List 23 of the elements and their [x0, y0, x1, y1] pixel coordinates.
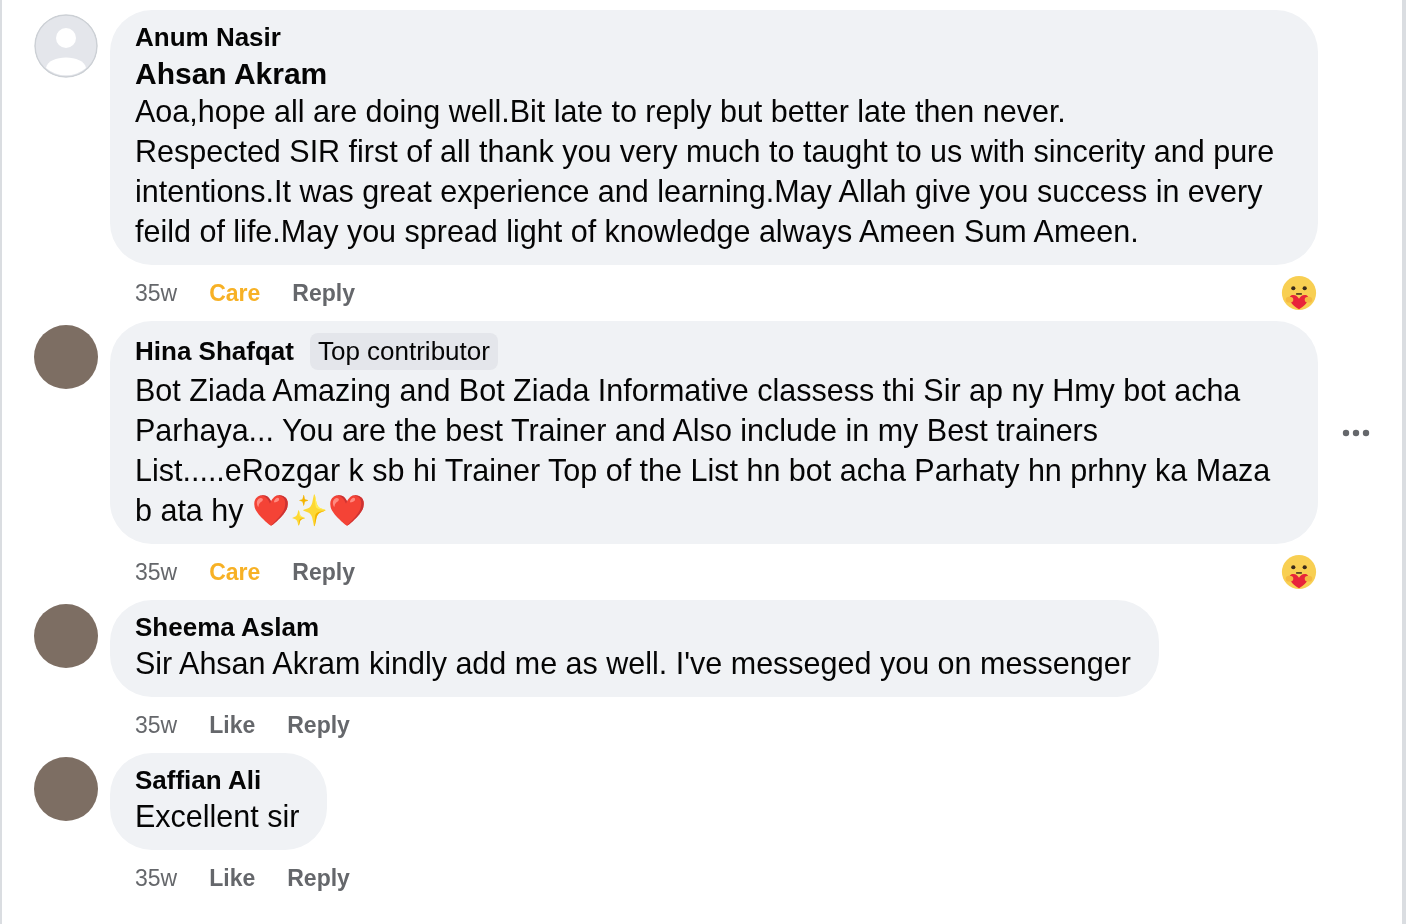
comment-text: Aoa,hope all are doing well.Bit late to reply but better late then never. Respected SIR first of all thank you very much to taught to us with sincerity and pure intentions.It was great experience and learning.May Allah give you success in every feild of life.May you spread light of knowledge always Ameen Sum Ameen.	[135, 93, 1276, 251]
author-name[interactable]: Hina Shafqat	[135, 336, 294, 367]
comment-time[interactable]: 35w	[135, 558, 178, 586]
reply-link[interactable]: Reply	[292, 558, 355, 586]
author-name[interactable]: Saffian Ali	[135, 765, 262, 796]
reaction-link[interactable]: Like	[209, 711, 256, 739]
reaction-link[interactable]: Like	[209, 864, 256, 892]
hugging-heart-emoji-icon[interactable]	[1280, 553, 1318, 591]
more-options-icon[interactable]	[1342, 428, 1370, 437]
mentioned-name[interactable]: Ahsan Akram	[135, 57, 1290, 91]
contributor-badge: Top contributor	[309, 333, 498, 370]
reply-link[interactable]: Reply	[287, 864, 350, 892]
comment-time[interactable]: 35w	[135, 279, 178, 307]
reply-link[interactable]: Reply	[292, 279, 355, 307]
reply-link[interactable]: Reply	[287, 711, 350, 739]
author-name[interactable]: Anum Nasir	[135, 22, 281, 53]
comment-text: Bot Ziada Amazing and Bot Ziada Informative classess thi Sir ap ny Hmy bot acha Parhaya... You are the best Trainer and Also include in my Best trainers List.....eRozgar k sb hi Trainer Top of the List hn bot acha Parhaty hn prhny ka Maza b ata hy ❤✨❤	[135, 372, 1272, 530]
comment-time[interactable]: 35w	[135, 864, 178, 892]
hugging-heart-emoji-icon[interactable]	[1280, 274, 1318, 312]
comment-text: Sir Ahsan Akram kindly add me as well. I've messeged you on messenger	[135, 645, 1131, 683]
author-name[interactable]: Sheema Aslam	[135, 612, 320, 643]
comment-text: Excellent sir	[135, 798, 300, 835]
comment-time[interactable]: 35w	[135, 711, 178, 739]
